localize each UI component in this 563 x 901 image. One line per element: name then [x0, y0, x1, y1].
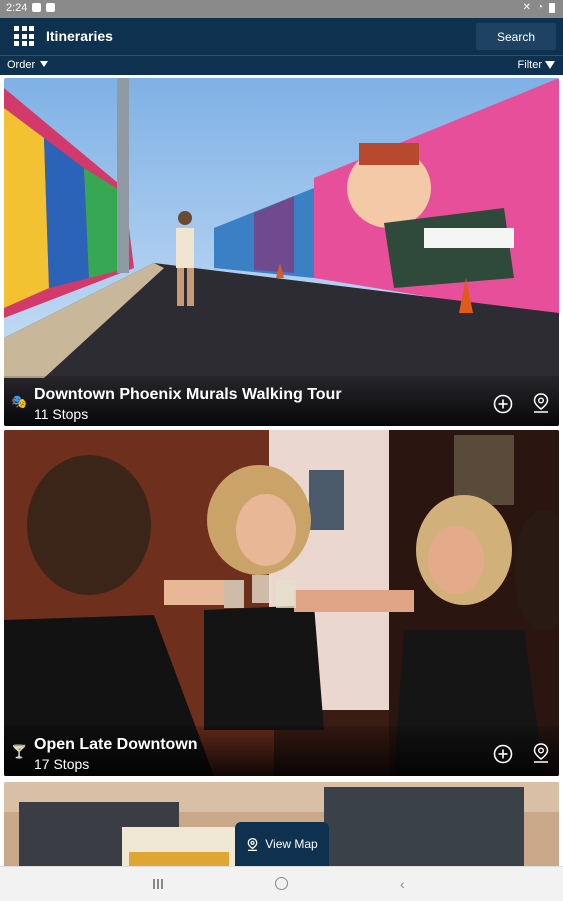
status-bar: 2:24 ✕ ◔	[0, 0, 563, 18]
filter-label: Filter	[517, 59, 542, 71]
apps-grid-icon[interactable]	[14, 26, 34, 46]
status-time: 2:24	[6, 2, 28, 14]
funnel-icon	[545, 61, 555, 69]
map-pin-icon[interactable]	[531, 392, 551, 414]
recent-apps-icon[interactable]	[153, 879, 163, 889]
order-dropdown[interactable]: Order	[7, 59, 49, 71]
add-itinerary-plus-icon[interactable]	[493, 744, 513, 764]
theater-masks-icon: 🎭	[11, 394, 28, 409]
mute-icon: ✕	[522, 2, 531, 13]
mural-street-photo	[4, 78, 559, 426]
battery-icon	[549, 2, 555, 13]
itinerary-stop-count: 11 Stops	[34, 406, 89, 422]
view-map-label: View Map	[265, 837, 318, 851]
back-icon[interactable]: ‹	[400, 876, 405, 892]
map-pin-icon	[247, 837, 258, 851]
system-nav-bar: ‹	[0, 866, 563, 901]
friends-toasting-photo	[4, 430, 559, 776]
cocktail-icon: 🍸	[11, 744, 28, 759]
itinerary-card[interactable]: 🎭 Downtown Phoenix Murals Walking Tour 1…	[4, 78, 559, 426]
app-bar: Itineraries Search	[0, 18, 563, 55]
app-notification-icon	[46, 3, 55, 12]
settings-notification-icon	[32, 3, 41, 12]
itinerary-title[interactable]: Downtown Phoenix Murals Walking Tour	[34, 386, 342, 404]
add-itinerary-plus-icon[interactable]	[493, 394, 513, 414]
sort-filter-bar: Order Filter	[0, 55, 563, 75]
order-label: Order	[7, 59, 36, 71]
filter-button[interactable]: Filter	[518, 59, 555, 71]
caret-down-icon	[40, 61, 49, 67]
view-map-button[interactable]: View Map	[235, 822, 329, 866]
home-icon[interactable]	[275, 877, 288, 890]
itinerary-card[interactable]: 🍸 Open Late Downtown 17 Stops	[4, 430, 559, 776]
itinerary-title[interactable]: Open Late Downtown	[34, 736, 198, 754]
search-button[interactable]: Search	[476, 23, 556, 50]
wifi-icon: ◔	[536, 2, 543, 13]
map-pin-icon[interactable]	[531, 742, 551, 764]
page-title: Itineraries	[46, 28, 113, 44]
itinerary-list[interactable]: 🎭 Downtown Phoenix Murals Walking Tour 1…	[0, 76, 563, 866]
itinerary-stop-count: 17 Stops	[34, 756, 90, 772]
